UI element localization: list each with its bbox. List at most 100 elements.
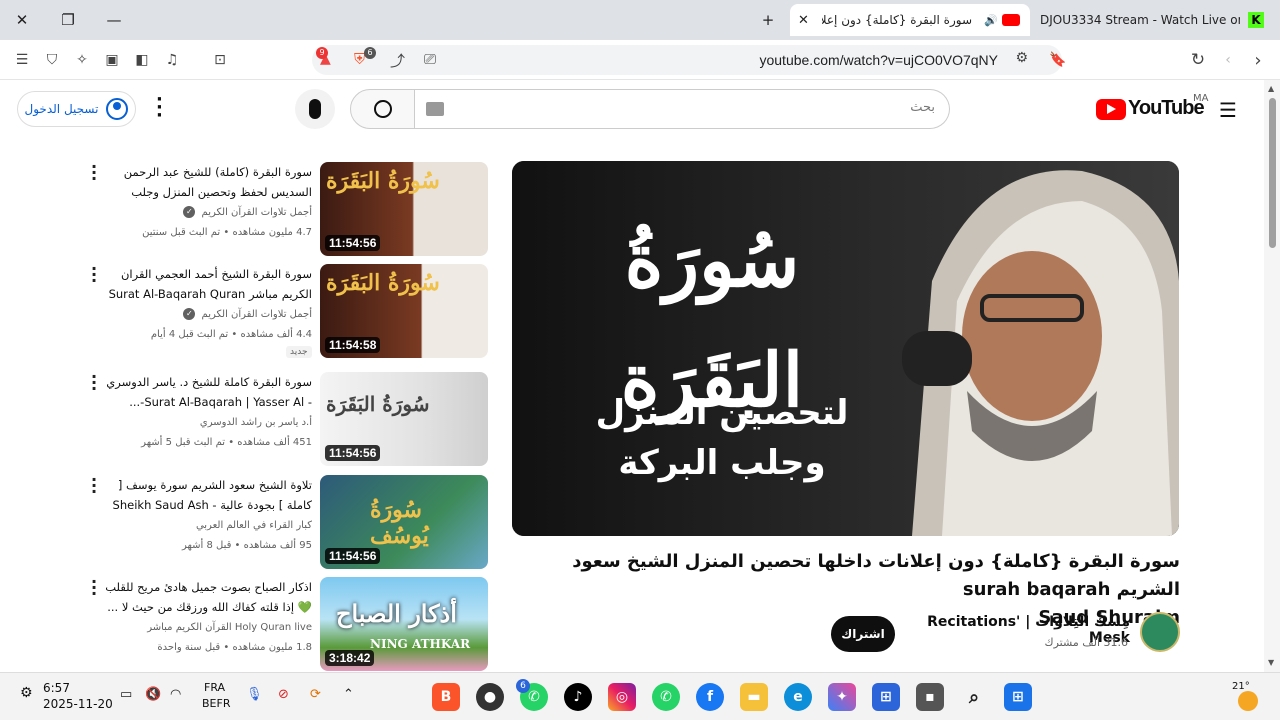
clock-time[interactable]: 6:57: [43, 681, 70, 695]
tray-overflow-icon[interactable]: ⌃: [343, 687, 354, 702]
sidebar-icon[interactable]: ◧: [132, 50, 152, 70]
related-channel[interactable]: أ.د ياسر بن راشد الدوسري: [104, 414, 312, 432]
wifi-icon[interactable]: ◠: [170, 687, 181, 702]
edge-icon[interactable]: e: [784, 683, 812, 711]
related-channel[interactable]: Holy Quran live القرآن الكريم مباشر: [104, 619, 312, 637]
related-video[interactable]: · · · اذكار الصباح بصوت جميل هادئ مريح للق…: [90, 574, 490, 673]
more-actions-icon[interactable]: · · ·: [90, 574, 98, 602]
brave-browser-icon[interactable]: B: [432, 683, 460, 711]
sync-icon[interactable]: ⟳: [310, 687, 321, 702]
screenshot-icon[interactable]: ⊡: [210, 50, 230, 70]
volume-muted-icon[interactable]: 🔇: [145, 687, 161, 702]
browser-toolbar: ☰ ⛉ ✧ ▣ ◧ ♫ ⊡ ▲ 9 ⛨ 6 ⤴ ⎚ youtube.com/wa…: [0, 40, 1280, 80]
related-title[interactable]: سورة البقرة الشيخ أحمد العجمي القران الك…: [104, 264, 312, 306]
related-title[interactable]: تلاوة الشيخ سعود الشريم سورة يوسف [ كامل…: [104, 475, 312, 517]
thumb-caption: NING ATHKAR: [370, 637, 471, 651]
whatsapp-web-icon[interactable]: ✆: [652, 683, 680, 711]
record-icon[interactable]: ⊘: [278, 687, 289, 702]
weather-icon[interactable]: [1238, 691, 1258, 711]
related-title[interactable]: سورة البقرة (كاملة) للشيخ عبد الرحمن الس…: [104, 162, 312, 204]
related-channel[interactable]: كبار القراء في العالم العربي: [104, 517, 312, 535]
clock-date[interactable]: 2025-11-20: [43, 697, 113, 711]
duration: 11:54:56: [325, 445, 381, 461]
keyboard-layout[interactable]: BEFR: [202, 697, 230, 710]
scrollbar-thumb[interactable]: [1269, 98, 1276, 248]
related-meta: 451 ألف مشاهده • تم البث قبل 5 أشهر: [141, 437, 312, 448]
search-input[interactable]: بحث: [414, 89, 950, 129]
related-thumbnail[interactable]: سُورَةُ يُوسُف 11:54:56: [320, 475, 488, 569]
site-settings-icon[interactable]: ⚙: [1015, 50, 1028, 66]
voice-search-button[interactable]: [295, 89, 335, 129]
thumb-text: سُورَةُ يُوسُف: [370, 497, 429, 549]
more-actions-icon[interactable]: · · ·: [90, 472, 98, 500]
related-video[interactable]: · · · سورة البقرة (كاملة) للشيخ عبد الرحمن…: [90, 159, 490, 258]
back-icon[interactable]: ‹: [1218, 50, 1238, 70]
share-icon[interactable]: ⤴: [390, 50, 405, 71]
instagram-icon[interactable]: ◎: [608, 683, 636, 711]
more-actions-icon[interactable]: · · ·: [90, 369, 98, 397]
search-taskbar-icon[interactable]: ⌕: [960, 683, 988, 711]
thumb-text: أذكار الصباح: [336, 599, 457, 628]
settings-gear-icon[interactable]: ⚙: [20, 685, 33, 701]
reload-icon[interactable]: ↻: [1188, 50, 1208, 70]
forward-icon[interactable]: ›: [1248, 50, 1268, 71]
new-badge: جديد: [286, 346, 312, 358]
tab-active[interactable]: ✕ سورة البقرة {كاملة} دون إعلانات 🔊: [790, 4, 1030, 36]
tab-inactive[interactable]: DJOU3334 Stream - Watch Live on K: [1040, 4, 1240, 36]
page-scrollbar[interactable]: ▲ ▼: [1264, 80, 1280, 672]
address-bar[interactable]: ▲ 9 ⛨ 6 ⤴ ⎚ youtube.com/watch?v=ujCO0VO7…: [312, 45, 1062, 75]
language-code[interactable]: FRA: [204, 681, 225, 694]
related-channel[interactable]: أجمل تلاوات القرآن الكريم ✓: [104, 204, 312, 222]
youtube-logo-icon[interactable]: [1096, 99, 1126, 120]
channel-avatar[interactable]: [1140, 612, 1180, 652]
obs-icon[interactable]: ●: [476, 683, 504, 711]
related-title[interactable]: سورة البقرة كاملة للشيخ د. ياسر الدوسري …: [104, 372, 312, 414]
related-title[interactable]: اذكار الصباح بصوت جميل هادئ مريح للقلب 💚…: [104, 577, 312, 619]
minimize-window-icon[interactable]: —: [100, 8, 128, 32]
search-button[interactable]: [350, 89, 415, 129]
related-thumbnail[interactable]: سُورَةُ البَقَرَة 11:54:56: [320, 162, 488, 256]
thumbnail-subtitle-2: وجلب البركة: [618, 443, 826, 483]
close-window-icon[interactable]: ✕: [8, 8, 36, 32]
related-video[interactable]: · · · سورة البقرة كاملة للشيخ د. ياسر الدو…: [90, 369, 490, 468]
restore-window-icon[interactable]: ❐: [54, 8, 82, 32]
scroll-down-icon[interactable]: ▼: [1268, 658, 1274, 667]
windows-start-icon[interactable]: ⊞: [1004, 683, 1032, 711]
new-tab-button[interactable]: +: [754, 8, 782, 32]
copilot-icon[interactable]: ✦: [828, 683, 856, 711]
battery-icon[interactable]: ▭: [120, 687, 132, 702]
tabs-icon[interactable]: ▣: [102, 50, 122, 70]
related-video[interactable]: · · · سورة البقرة الشيخ أحمد العجمي القران…: [90, 261, 490, 360]
more-actions-icon[interactable]: · · ·: [90, 159, 98, 187]
subscribe-button[interactable]: اشتراك: [831, 616, 895, 652]
extensions-icon[interactable]: ✧: [72, 50, 92, 70]
shield-icon[interactable]: ⛉: [42, 50, 62, 70]
tab-title: سورة البقرة {كاملة} دون إعلانات: [822, 13, 972, 27]
more-actions-icon[interactable]: · · ·: [90, 261, 98, 289]
scroll-up-icon[interactable]: ▲: [1268, 84, 1274, 93]
music-icon[interactable]: ♫: [162, 50, 182, 70]
menu-icon[interactable]: ☰: [12, 50, 32, 70]
related-thumbnail[interactable]: أذكار الصباح NING ATHKAR 3:18:42: [320, 577, 488, 671]
video-player[interactable]: سُورَةُ البَقَرَة لتحصين المنزل وجلب الب…: [512, 161, 1179, 536]
file-explorer-icon[interactable]: ▬: [740, 683, 768, 711]
related-thumbnail[interactable]: سُورَةُ البَقَرَة 11:54:58: [320, 264, 488, 358]
store-icon[interactable]: ⊞: [872, 683, 900, 711]
more-options-icon[interactable]: · · ·: [156, 91, 163, 125]
thumb-text: سُورَةُ البَقَرَة: [326, 168, 440, 194]
related-video[interactable]: · · · تلاوة الشيخ سعود الشريم سورة يوسف [ …: [90, 472, 490, 571]
cast-icon[interactable]: ⎚: [424, 50, 436, 68]
facebook-icon[interactable]: f: [696, 683, 724, 711]
related-channel[interactable]: أجمل تلاوات القرآن الكريم ✓: [104, 306, 312, 324]
tiktok-icon[interactable]: ♪: [564, 683, 592, 711]
thumb-text: سُورَةُ البَقَرَة: [326, 392, 430, 416]
mic-tray-icon[interactable]: 🎙: [246, 687, 263, 702]
sign-in-button[interactable]: تسجيل الدخول: [17, 91, 136, 127]
keyboard-icon[interactable]: [426, 102, 444, 116]
bookmark-icon[interactable]: 🔖: [1048, 50, 1068, 70]
tab-close-icon[interactable]: ✕: [798, 13, 809, 28]
guide-menu-icon[interactable]: ☰: [1219, 98, 1237, 122]
terminal-icon[interactable]: ▪: [916, 683, 944, 711]
thumb-text: سُورَةُ البَقَرَة: [326, 270, 440, 296]
related-thumbnail[interactable]: سُورَةُ البَقَرَة 11:54:56: [320, 372, 488, 466]
